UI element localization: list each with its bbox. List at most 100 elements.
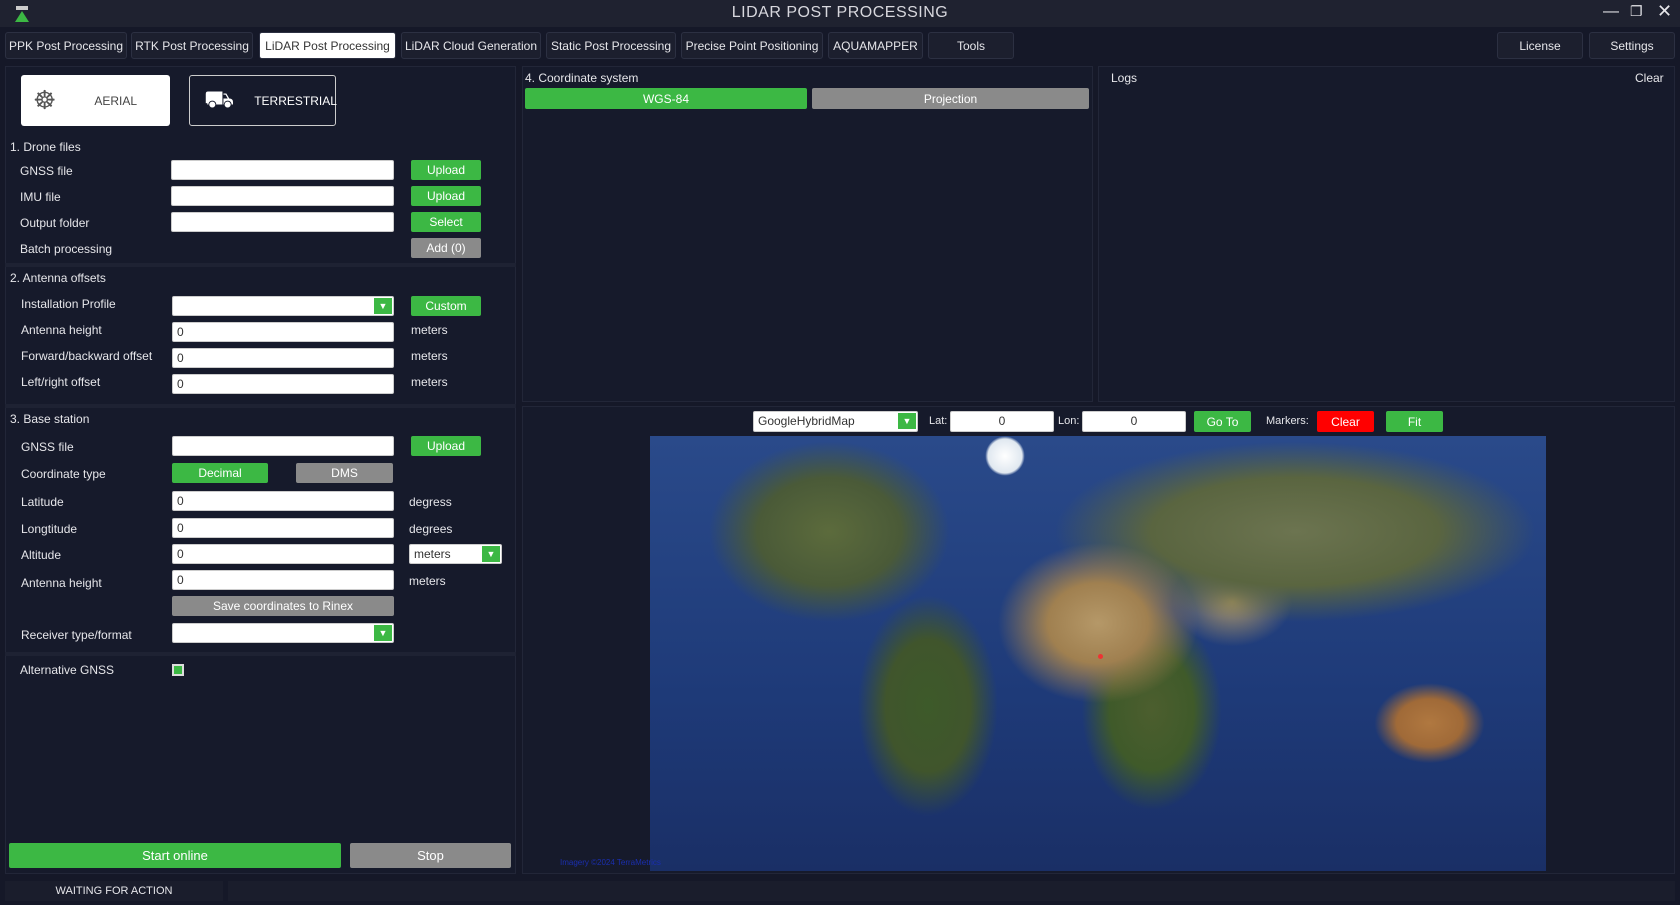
ant-unit: meters	[409, 574, 446, 588]
fwd-offset-label: Forward/backward offset	[21, 349, 153, 363]
altitude-input[interactable]: 0	[172, 544, 394, 564]
window-title: LIDAR POST PROCESSING	[731, 4, 949, 21]
divider	[5, 263, 516, 267]
batch-add-button[interactable]: Add (0)	[411, 238, 481, 258]
logs-clear-button[interactable]: Clear	[1635, 71, 1664, 85]
chevron-down-icon: ▼	[374, 298, 392, 314]
unit-label: meters	[411, 323, 448, 337]
aerial-mode-button[interactable]: ☸ AERIAL	[21, 75, 170, 126]
tab-lidar-cloud[interactable]: LiDAR Cloud Generation	[401, 32, 541, 59]
base-gnss-input[interactable]	[172, 436, 394, 456]
status-text: WAITING FOR ACTION	[5, 881, 223, 901]
base-heading: 3. Base station	[10, 412, 90, 426]
base-antenna-input[interactable]: 0	[172, 570, 394, 590]
lat-label: Lat:	[929, 415, 948, 427]
imu-input[interactable]	[171, 186, 394, 206]
antenna-heading: 2. Antenna offsets	[10, 271, 106, 285]
start-online-button[interactable]: Start online	[9, 843, 341, 868]
alt-gnss-label: Alternative GNSS	[20, 663, 115, 677]
logs-panel	[1098, 66, 1675, 402]
coord-heading: 4. Coordinate system	[525, 71, 639, 85]
drone-gnss-input[interactable]	[171, 160, 394, 180]
latitude-input[interactable]: 0	[172, 491, 394, 511]
alt-gnss-checkbox[interactable]	[172, 664, 184, 676]
lr-offset-input[interactable]: 0	[172, 374, 394, 394]
projection-button[interactable]: Projection	[812, 88, 1089, 109]
tab-aquamapper[interactable]: AQUAMAPPER	[828, 32, 923, 59]
tab-lidar-post[interactable]: LiDAR Post Processing	[259, 32, 396, 59]
gnss-file-label: GNSS file	[20, 164, 73, 178]
dms-button[interactable]: DMS	[296, 463, 393, 483]
greenland-ice	[985, 436, 1025, 476]
license-button[interactable]: License	[1497, 32, 1583, 59]
aerial-label: AERIAL	[94, 93, 137, 108]
map-lat-input[interactable]: 0	[950, 411, 1054, 432]
settings-button[interactable]: Settings	[1589, 32, 1675, 59]
map-attribution: Imagery ©2024 TerraMetrics	[560, 858, 661, 867]
coordinate-panel	[522, 66, 1093, 402]
profile-dropdown[interactable]: ▼	[172, 296, 394, 316]
output-folder-input[interactable]	[171, 212, 394, 232]
vehicle-backpack-icon: ⛟	[204, 85, 235, 113]
terrestrial-label: TERRESTRIAL	[254, 93, 337, 108]
save-rinex-button[interactable]: Save coordinates to Rinex	[172, 596, 394, 616]
title-bar: LIDAR POST PROCESSING — ❐ ✕	[0, 0, 1680, 27]
gnss-upload-button[interactable]: Upload	[411, 160, 481, 180]
antenna-height-label: Antenna height	[21, 323, 102, 337]
tab-ppp[interactable]: Precise Point Positioning	[681, 32, 823, 59]
lon-unit: degrees	[409, 522, 453, 536]
longitude-input[interactable]: 0	[172, 518, 394, 538]
markers-label: Markers:	[1266, 415, 1309, 427]
map-lon-input[interactable]: 0	[1082, 411, 1186, 432]
map-provider-dropdown[interactable]: GoogleHybridMap ▼	[753, 411, 918, 432]
longitude-label: Longtitude	[21, 522, 78, 536]
logs-heading: Logs	[1111, 71, 1138, 85]
base-gnss-label: GNSS file	[21, 440, 74, 454]
unit-label: meters	[411, 349, 448, 363]
base-upload-button[interactable]: Upload	[411, 436, 481, 456]
markers-clear-button[interactable]: Clear	[1317, 411, 1374, 432]
latitude-label: Latitude	[21, 495, 64, 509]
chevron-down-icon: ▼	[898, 413, 916, 429]
tab-tools[interactable]: Tools	[928, 32, 1014, 59]
divider	[5, 404, 516, 408]
tab-rtk[interactable]: RTK Post Processing	[131, 32, 253, 59]
output-folder-label: Output folder	[20, 216, 90, 230]
batch-label: Batch processing	[20, 242, 113, 256]
wgs84-button[interactable]: WGS-84	[525, 88, 807, 109]
marker-icon	[1098, 654, 1103, 659]
imu-file-label: IMU file	[20, 190, 61, 204]
altitude-label: Altitude	[21, 548, 62, 562]
goto-button[interactable]: Go To	[1194, 411, 1251, 432]
unit-label: meters	[411, 375, 448, 389]
restore-icon[interactable]: ❐	[1630, 3, 1643, 20]
divider	[5, 652, 516, 656]
receiver-label: Receiver type/format	[21, 628, 132, 642]
decimal-button[interactable]: Decimal	[172, 463, 268, 483]
lon-label: Lon:	[1058, 415, 1080, 427]
base-antenna-label: Antenna height	[21, 576, 102, 590]
antenna-height-input[interactable]: 0	[172, 322, 394, 342]
chevron-down-icon: ▼	[482, 546, 500, 562]
minimize-icon[interactable]: —	[1603, 3, 1619, 21]
receiver-dropdown[interactable]: ▼	[172, 623, 394, 643]
chevron-down-icon: ▼	[374, 625, 392, 641]
fit-button[interactable]: Fit	[1386, 411, 1443, 432]
fwd-offset-input[interactable]: 0	[172, 348, 394, 368]
world-map[interactable]	[650, 436, 1546, 871]
output-select-button[interactable]: Select	[411, 212, 481, 232]
profile-label: Installation Profile	[21, 297, 116, 311]
status-bar	[228, 881, 1675, 901]
stop-button[interactable]: Stop	[350, 843, 511, 868]
imu-upload-button[interactable]: Upload	[411, 186, 481, 206]
drone-files-heading: 1. Drone files	[10, 140, 81, 154]
custom-button[interactable]: Custom	[411, 296, 481, 316]
close-icon[interactable]: ✕	[1657, 1, 1672, 22]
drone-icon: ☸	[33, 85, 57, 115]
lr-offset-label: Left/right offset	[21, 375, 101, 389]
tab-ppk[interactable]: PPK Post Processing	[5, 32, 127, 59]
lat-unit: degress	[409, 495, 452, 509]
terrestrial-mode-button[interactable]: ⛟ TERRESTRIAL	[189, 75, 337, 126]
tab-static[interactable]: Static Post Processing	[546, 32, 676, 59]
altitude-unit-dropdown[interactable]: meters ▼	[409, 544, 502, 564]
